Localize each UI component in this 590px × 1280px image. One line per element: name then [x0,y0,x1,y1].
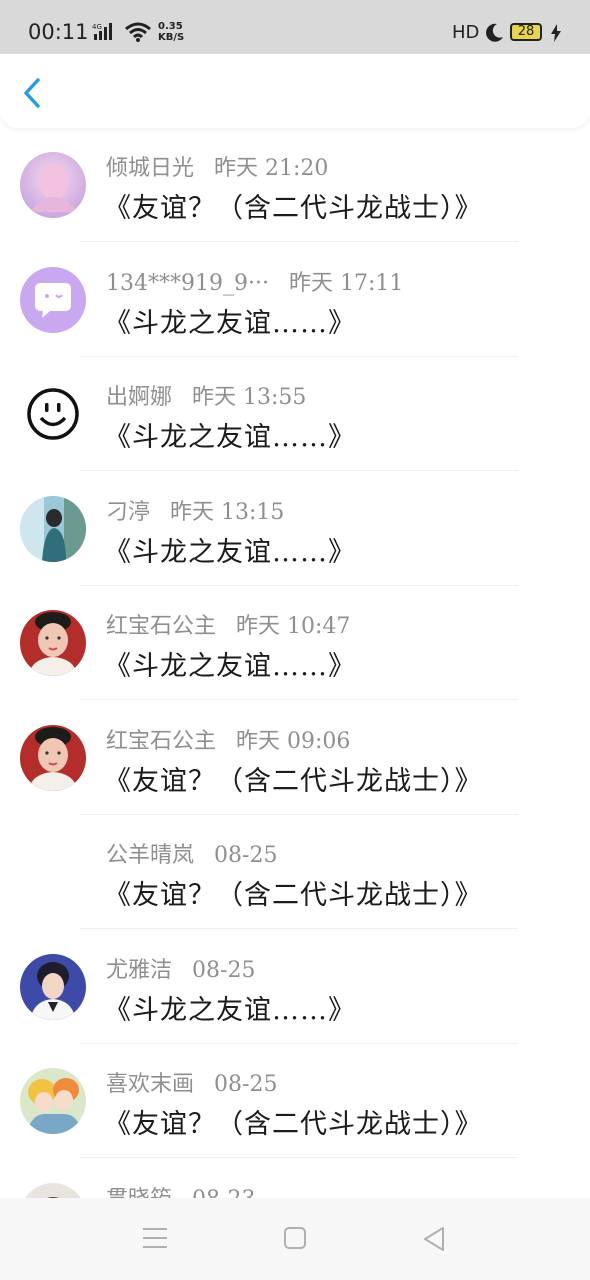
message-meta: 贯晓筠 08-23 [106,1181,255,1199]
message-meta: 红宝石公主 昨天 09:06 [106,723,350,755]
back-arrow-icon[interactable] [18,76,46,110]
message-time: 昨天 10:47 [236,614,351,639]
home-icon[interactable] [283,1226,307,1250]
message-row[interactable]: 刁渟 昨天 13:15 《斗龙之友谊……》 [0,472,590,586]
network-speed: 0.35 KB/S [158,21,184,43]
message-title[interactable]: 《友谊？（含二代斗龙战士）》 [104,759,483,798]
message-meta: 尤雅洁 08-25 [106,952,255,984]
menu-icon[interactable] [142,1226,168,1250]
message-row[interactable]: 倾城日光 昨天 21:20 《友谊？（含二代斗龙战士）》 [0,128,590,242]
battery-level: 28 [517,24,535,39]
system-nav-bar [0,1198,590,1280]
message-time: 08-23 [192,1187,255,1199]
message-time: 08-25 [214,843,278,868]
message-time: 昨天 21:20 [214,156,329,181]
message-row[interactable]: 出婀娜 昨天 13:55 《斗龙之友谊……》 [0,357,590,471]
message-title[interactable]: 《斗龙之友谊……》 [104,988,356,1027]
message-time: 昨天 17:11 [288,270,404,296]
message-title[interactable]: 《斗龙之友谊……》 [104,301,356,340]
sender-name[interactable]: 刁渟 [106,500,150,525]
back-triangle-icon[interactable] [422,1226,446,1252]
message-meta: 134***919_9··· 昨天 17:11 [106,265,403,297]
message-meta: 红宝石公主 昨天 10:47 [106,608,350,640]
message-row[interactable]: 喜欢末画 08-25 《友谊？（含二代斗龙战士）》 [0,1044,590,1158]
sender-name[interactable]: 倾城日光 [106,156,194,181]
message-row[interactable]: 红宝石公主 昨天 10:47 《斗龙之友谊……》 [0,586,590,700]
message-list: 倾城日光 昨天 21:20 《友谊？（含二代斗龙战士）》 134***919_9···… [0,128,590,1198]
partial-avatar[interactable] [20,1182,86,1198]
photo-avatar[interactable] [20,495,86,562]
girl-photo-avatar[interactable] [20,724,86,791]
message-meta: 出婀娜 昨天 13:55 [106,379,306,411]
sender-name[interactable]: 出婀娜 [106,385,172,410]
moon-icon [486,23,503,42]
sender-name[interactable]: 134***919_9··· [106,271,269,296]
message-row[interactable]: 贯晓筠 08-23 [0,1159,590,1199]
sender-name[interactable]: 公羊晴岚 [106,843,194,868]
sender-name[interactable]: 尤雅洁 [106,958,172,983]
blank-avatar[interactable] [20,839,86,905]
hd-label: HD [452,22,480,43]
chat-bubble-avatar[interactable] [20,266,86,333]
anime-avatar[interactable] [20,1068,86,1134]
girl-photo-avatar[interactable] [20,610,86,676]
message-time: 昨天 09:06 [236,728,351,754]
smiley-avatar[interactable] [20,381,86,447]
boy-photo-avatar[interactable] [20,953,86,1020]
message-title[interactable]: 《斗龙之友谊……》 [104,530,356,569]
message-meta: 刁渟 昨天 13:15 [106,494,284,526]
top-bar [0,54,590,128]
message-time: 昨天 13:55 [192,385,307,410]
message-meta: 公羊晴岚 08-25 [106,837,277,869]
message-time: 08-25 [214,1072,278,1097]
sender-name[interactable]: 喜欢末画 [106,1072,194,1097]
message-title[interactable]: 《友谊？（含二代斗龙战士）》 [104,873,483,912]
network-speed-value: 0.35 [158,21,183,32]
message-meta: 倾城日光 昨天 21:20 [106,150,328,182]
message-time: 昨天 13:15 [170,499,285,525]
wifi-icon [125,22,151,42]
pink-anime-avatar[interactable] [20,152,86,218]
network-speed-unit: KB/S [158,32,185,43]
charging-icon [551,24,561,42]
sender-name[interactable]: 贯晓筠 [106,1187,172,1199]
message-row[interactable]: 134***919_9··· 昨天 17:11 《斗龙之友谊……》 [0,243,590,357]
status-time: 00:11 [28,20,89,44]
battery-icon: 28 [510,23,542,41]
status-bar: 00:11 4G 0.35 KB/S HD 28 [0,0,590,54]
message-row[interactable]: 公羊晴岚 08-25 《友谊？（含二代斗龙战士）》 [0,815,590,929]
message-title[interactable]: 《友谊？（含二代斗龙战士）》 [104,1102,483,1141]
message-title[interactable]: 《友谊？（含二代斗龙战士）》 [104,186,483,225]
message-meta: 喜欢末画 08-25 [106,1066,277,1098]
sender-name[interactable]: 红宝石公主 [106,729,216,754]
message-title[interactable]: 《斗龙之友谊……》 [104,415,356,454]
svg-text:4G: 4G [92,23,102,31]
message-title[interactable]: 《斗龙之友谊……》 [104,644,356,683]
message-row[interactable]: 尤雅洁 08-25 《斗龙之友谊……》 [0,930,590,1044]
message-time: 08-25 [192,957,256,983]
sender-name[interactable]: 红宝石公主 [106,614,216,639]
signal-icon: 4G [92,23,112,40]
message-row[interactable]: 红宝石公主 昨天 09:06 《友谊？（含二代斗龙战士）》 [0,701,590,815]
